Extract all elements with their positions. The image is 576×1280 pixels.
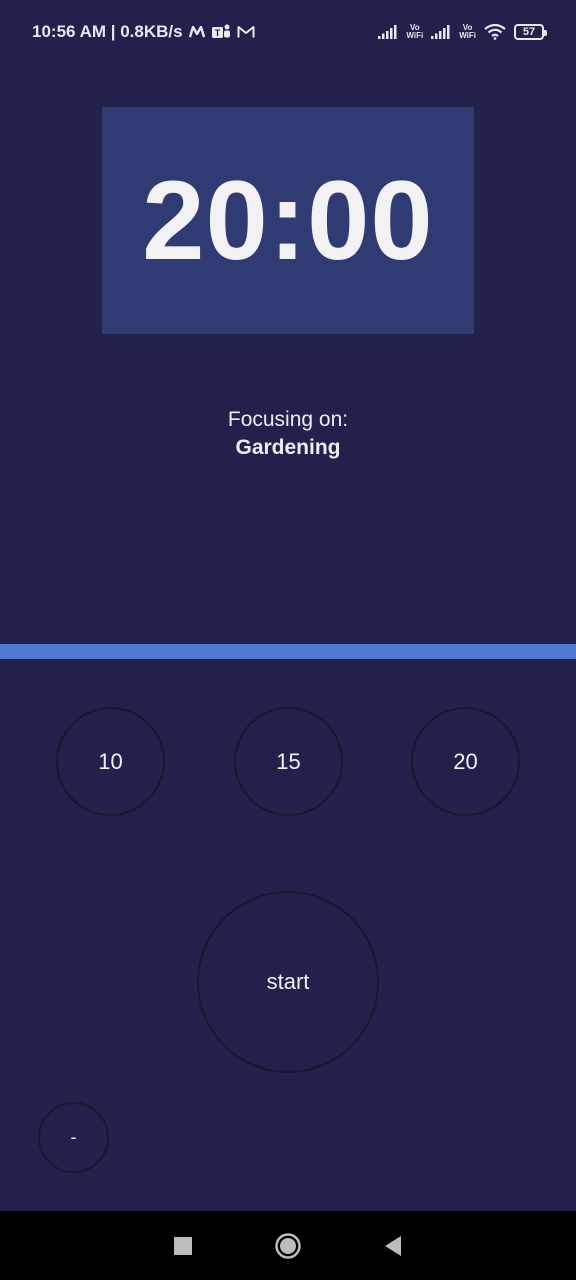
timer-text: 20:00 <box>142 158 434 283</box>
focus-value: Gardening <box>235 436 341 459</box>
back-button[interactable] <box>373 1226 413 1266</box>
battery-icon: 57 <box>514 24 547 40</box>
home-button[interactable] <box>268 1226 308 1266</box>
status-time: 10:56 AM | 0.8KB/s <box>32 22 183 41</box>
svg-text:T: T <box>214 28 220 38</box>
preset-15-button[interactable]: 15 <box>234 707 343 816</box>
m-logo-icon <box>188 26 205 38</box>
progress-bar <box>0 644 576 659</box>
teams-icon: T <box>211 23 231 41</box>
status-bar: 10:56 AM | 0.8KB/s T Vo WiFi Vo WiFi 57 <box>0 0 576 64</box>
app-screen: 10:56 AM | 0.8KB/s T Vo WiFi Vo WiFi 57 … <box>0 0 576 1280</box>
vowifi-label-2: Vo WiFi <box>459 23 476 40</box>
signal-icon <box>378 25 398 39</box>
circle-home-icon <box>275 1232 301 1259</box>
wifi-icon <box>484 24 506 40</box>
status-right: Vo WiFi Vo WiFi 57 <box>378 23 547 40</box>
timer-display: 20:00 <box>102 107 474 334</box>
recents-button[interactable] <box>163 1226 203 1266</box>
signal-icon-2 <box>431 25 451 39</box>
gmail-icon <box>237 25 255 39</box>
preset-10-button[interactable]: 10 <box>56 707 165 816</box>
start-button[interactable]: start <box>197 891 379 1073</box>
preset-20-button[interactable]: 20 <box>411 707 520 816</box>
battery-level: 57 <box>522 26 536 38</box>
vowifi-label-1: Vo WiFi <box>406 23 424 40</box>
status-left: 10:56 AM | 0.8KB/s T <box>32 22 255 42</box>
progress-fill <box>0 644 576 659</box>
triangle-back-icon <box>385 1235 402 1256</box>
focus-label: Focusing on: <box>227 408 349 431</box>
navigation-bar <box>0 1211 576 1280</box>
square-icon <box>173 1236 192 1255</box>
minus-button[interactable]: - <box>38 1102 109 1173</box>
focus-section: Focusing on: Gardening <box>0 408 576 460</box>
